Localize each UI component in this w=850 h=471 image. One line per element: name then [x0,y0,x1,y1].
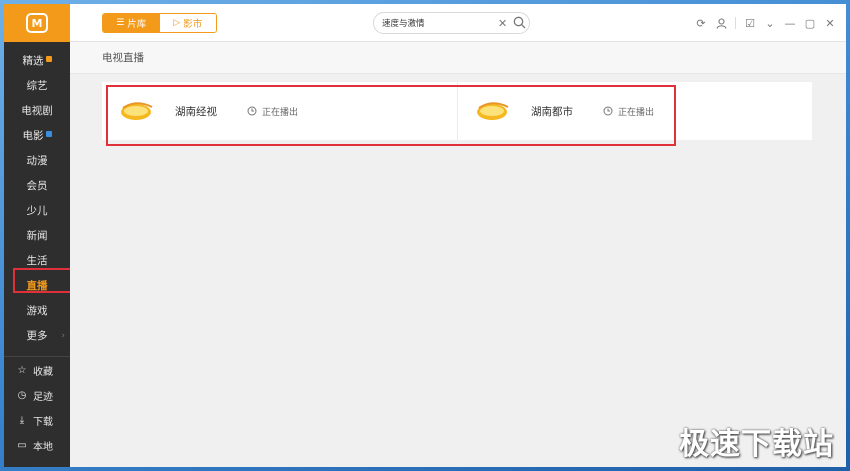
sidebar-item-vip[interactable]: 会员 [4,173,70,198]
sidebar-item-label: 足迹 [33,392,53,403]
star-icon: ☆ [17,365,27,376]
channel-card[interactable]: 湖南经视 正在播出 [102,82,457,140]
divider [735,17,736,29]
search-box: ✕ [373,12,530,34]
channel-name: 湖南经视 [175,105,217,118]
sidebar-item-more[interactable]: 更多 › [4,323,70,348]
sidebar-item-label: 下载 [33,417,53,428]
folder-icon: ▭ [17,440,27,451]
search-icon[interactable] [513,14,526,33]
watermark: 极速下载站 [679,427,834,462]
sidebar-item-lifestyle[interactable]: 生活 [4,248,70,273]
chevron-down-icon[interactable]: ⌄ [760,15,780,31]
channel-status: 正在播出 [603,105,654,118]
sidebar-item-favorites[interactable]: ☆ 收藏 [4,358,70,383]
sidebar-item-movies[interactable]: 电影 [4,123,70,148]
sidebar-item-local[interactable]: ▭ 本地 [4,433,70,458]
sidebar-item-downloads[interactable]: ⤓ 下载 [4,408,70,433]
sidebar-bottom-nav: ☆ 收藏 ◷ 足迹 ⤓ 下载 ▭ 本地 [4,358,70,458]
top-bar: ☰ 片库 ▷ 影市 ✕ ⟳ ☑ ⌄ — ▢ ✕ [70,4,846,42]
sidebar: M 精选 综艺 电视剧 电影 动漫 会员 少儿 新闻 生活 直播 游戏 更多 ›… [4,4,70,467]
divider [4,356,70,357]
chevron-right-icon: › [61,330,65,341]
sidebar-item-kids[interactable]: 少儿 [4,198,70,223]
section-title: 电视直播 [70,42,846,74]
view-switcher: ☰ 片库 ▷ 影市 [102,13,217,33]
sidebar-item-label: 精选 [22,55,44,67]
app-logo[interactable]: M [4,4,70,42]
play-icon: ▷ [173,18,181,28]
channel-logo-icon [121,102,153,120]
sidebar-item-label: 动漫 [26,155,48,167]
sidebar-item-label: 新闻 [26,230,48,242]
app-window: M 精选 综艺 电视剧 电影 动漫 会员 少儿 新闻 生活 直播 游戏 更多 ›… [4,4,846,467]
sidebar-item-label: 生活 [26,255,48,267]
sidebar-item-label: 收藏 [33,367,53,378]
sidebar-item-history[interactable]: ◷ 足迹 [4,383,70,408]
clock-icon [603,106,613,116]
sidebar-item-featured[interactable]: 精选 [4,48,70,73]
main-content: 电视直播 湖南经视 正在播出 湖南都市 正在播出 [70,42,846,467]
tab-theater[interactable]: ▷ 影市 [159,14,216,32]
channel-status: 正在播出 [247,105,298,118]
menu-icon: ☰ [116,18,125,28]
window-controls: ⟳ ☑ ⌄ — ▢ ✕ [691,15,840,31]
sidebar-item-label: 游戏 [26,305,48,317]
sidebar-item-label: 直播 [26,280,48,292]
channel-card[interactable]: 湖南都市 正在播出 [457,82,812,140]
clock-icon: ◷ [17,390,27,401]
sidebar-item-tv-series[interactable]: 电视剧 [4,98,70,123]
close-icon[interactable]: ✕ [820,15,840,31]
clear-icon[interactable]: ✕ [498,17,507,30]
new-badge-icon [45,130,52,137]
sidebar-item-label: 少儿 [26,205,48,217]
sidebar-item-label: 本地 [33,442,53,453]
channel-list: 湖南经视 正在播出 湖南都市 正在播出 [102,82,812,140]
sidebar-item-variety[interactable]: 综艺 [4,73,70,98]
channel-logo-icon [477,102,509,120]
download-icon: ⤓ [19,415,25,426]
logo-icon: M [26,13,48,33]
sidebar-item-live[interactable]: 直播 [4,273,70,298]
channel-name: 湖南都市 [531,105,573,118]
maximize-icon[interactable]: ▢ [800,15,820,31]
new-badge-icon [45,55,52,62]
sidebar-item-games[interactable]: 游戏 [4,298,70,323]
sidebar-item-news[interactable]: 新闻 [4,223,70,248]
sidebar-item-anime[interactable]: 动漫 [4,148,70,173]
sidebar-item-label: 综艺 [26,80,48,92]
search-input[interactable] [382,18,492,28]
feedback-icon[interactable]: ☑ [740,15,760,31]
sidebar-nav: 精选 综艺 电视剧 电影 动漫 会员 少儿 新闻 生活 直播 游戏 更多 › [4,48,70,348]
user-icon[interactable] [711,15,731,31]
refresh-icon[interactable]: ⟳ [691,15,711,31]
minimize-icon[interactable]: — [780,15,800,31]
tab-library[interactable]: ☰ 片库 [103,14,160,32]
sidebar-item-label: 更多 [26,330,48,342]
sidebar-item-label: 会员 [26,180,48,192]
clock-icon [247,106,257,116]
sidebar-item-label: 电影 [22,130,44,142]
sidebar-item-label: 电视剧 [21,105,53,117]
